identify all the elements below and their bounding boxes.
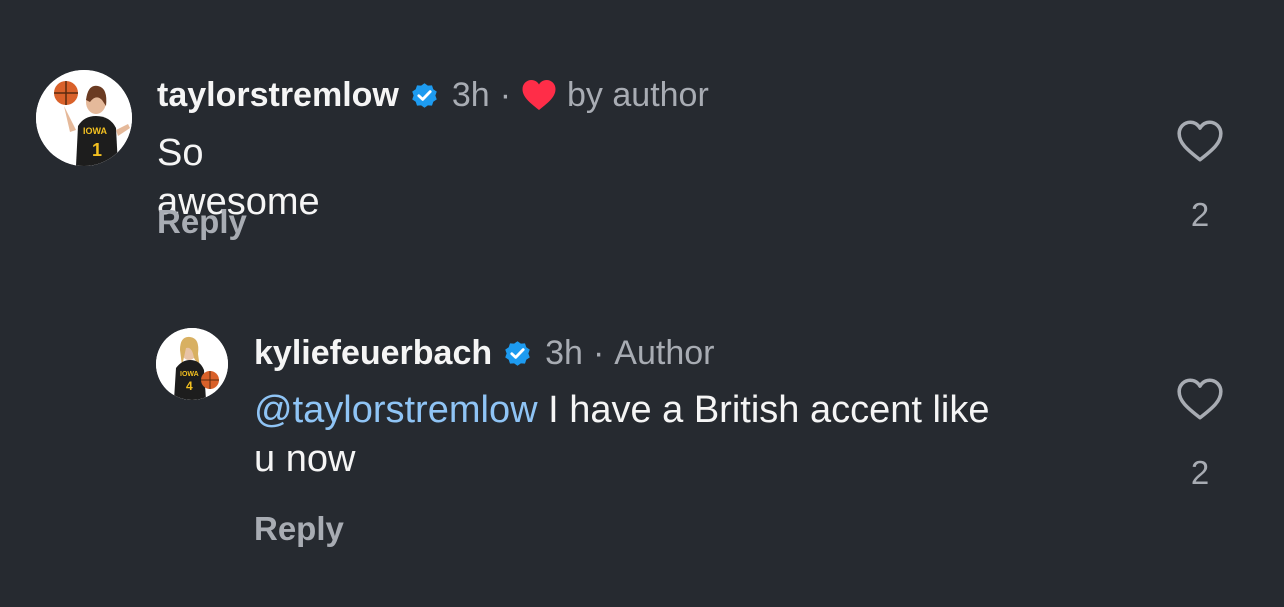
like-count: 2	[1190, 196, 1210, 233]
avatar-taylorstremlow[interactable]: IOWA 1	[36, 70, 132, 166]
reply-button[interactable]: Reply	[157, 203, 247, 241]
liked-by-author-label: by author	[567, 76, 709, 114]
comment-text-line-1: I have a British accent like	[537, 389, 990, 431]
comment-header: kyliefeuerbach 3h · Author	[254, 333, 714, 373]
heart-outline-icon[interactable]	[1175, 376, 1225, 422]
separator-dot: ·	[592, 334, 605, 372]
avatar-basketball-player-icon: IOWA 1	[36, 70, 132, 166]
reply-button[interactable]: Reply	[254, 510, 344, 548]
svg-text:IOWA: IOWA	[180, 371, 199, 378]
comment-text-line-2: u now	[254, 438, 356, 480]
comment-header: taylorstremlow 3h · by author	[157, 75, 709, 115]
separator-dot: ·	[499, 76, 512, 114]
svg-text:4: 4	[186, 379, 193, 393]
username[interactable]: kyliefeuerbach	[254, 333, 492, 373]
username[interactable]: taylorstremlow	[157, 75, 399, 115]
comment-text: @taylorstremlow I have a British accent …	[254, 386, 1134, 484]
svg-text:1: 1	[92, 140, 102, 160]
verified-badge-icon	[505, 340, 530, 366]
like-count: 2	[1190, 454, 1210, 491]
svg-text:IOWA: IOWA	[83, 126, 107, 136]
mention-link[interactable]: @taylorstremlow	[254, 389, 538, 431]
avatar-basketball-player-icon: IOWA 4	[156, 328, 228, 400]
comment-time: 3h	[451, 76, 490, 114]
heart-outline-icon[interactable]	[1175, 118, 1225, 164]
verified-badge-icon	[412, 82, 437, 108]
comment-time: 3h	[545, 334, 583, 372]
heart-filled-icon	[522, 80, 556, 110]
avatar-kyliefeuerbach[interactable]: IOWA 4	[156, 328, 228, 400]
author-badge: Author	[614, 334, 715, 372]
